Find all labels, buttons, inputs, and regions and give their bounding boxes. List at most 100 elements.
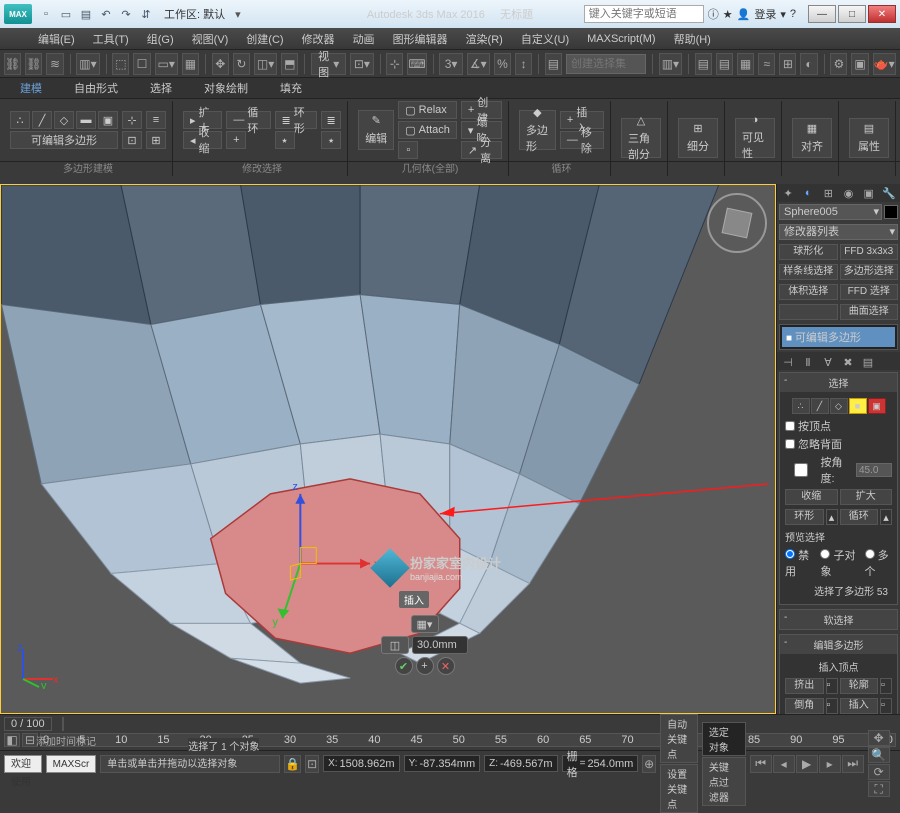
welcome-label[interactable]: 欢迎使用 bbox=[4, 755, 42, 773]
mod-polysel[interactable]: 多边形选择 bbox=[840, 264, 899, 280]
menu-customize[interactable]: 自定义(U) bbox=[513, 29, 577, 49]
addtime-icon[interactable]: ⊕ bbox=[642, 755, 656, 773]
rbn-btn-3[interactable]: ≡ bbox=[146, 111, 166, 129]
radio-subobj[interactable] bbox=[820, 549, 830, 559]
display-tab-icon[interactable]: ▣ bbox=[862, 186, 876, 200]
namedsel-input[interactable] bbox=[566, 54, 646, 74]
renderframe-button[interactable]: ▣ bbox=[851, 53, 868, 75]
unlink-button[interactable]: ⛓ bbox=[25, 53, 42, 75]
viewcube[interactable] bbox=[707, 193, 767, 253]
modifier-stack[interactable]: ■ 可编辑多边形 bbox=[779, 324, 898, 350]
geom-btn3[interactable]: ▫ bbox=[398, 141, 418, 159]
loop-button[interactable]: — 循环 bbox=[226, 111, 270, 129]
maxscript-button[interactable]: MAXScr bbox=[46, 755, 97, 773]
editpoly-mode-button[interactable]: 可编辑多边形 bbox=[10, 131, 118, 149]
configure-icon[interactable]: ▤ bbox=[861, 355, 875, 369]
menu-grapheditors[interactable]: 图形编辑器 bbox=[385, 29, 456, 49]
star-icon[interactable]: ★ bbox=[723, 8, 733, 21]
nav-zoom-icon[interactable]: 🔍 bbox=[868, 747, 890, 763]
menu-tools[interactable]: 工具(T) bbox=[85, 29, 137, 49]
curve-button[interactable]: ≈ bbox=[758, 53, 775, 75]
mod-spherify[interactable]: 球形化 bbox=[779, 244, 838, 260]
selregion-dropdown[interactable]: ▭▾ bbox=[155, 53, 178, 75]
subobj-edge-button[interactable]: ╱ bbox=[32, 111, 52, 129]
rendersetup-button[interactable]: ⚙ bbox=[830, 53, 847, 75]
pin-stack-icon[interactable]: ⊣ bbox=[781, 355, 795, 369]
modify-tab-icon[interactable]: ◐ bbox=[801, 186, 815, 200]
link-icon[interactable]: ⇵ bbox=[138, 6, 154, 22]
radio-multi[interactable] bbox=[865, 549, 875, 559]
align-button[interactable]: ▤ bbox=[695, 53, 712, 75]
viewport[interactable]: [+][正交][明暗处理 + 边面] bbox=[0, 184, 776, 714]
mod-ffdsel[interactable]: FFD 选择 bbox=[840, 284, 899, 300]
tab-populate[interactable]: 填充 bbox=[270, 78, 312, 98]
object-name-field[interactable]: Sphere005 bbox=[779, 204, 882, 220]
goto-end-icon[interactable]: ⏭ bbox=[842, 755, 864, 773]
menu-edit[interactable]: 编辑(E) bbox=[30, 29, 83, 49]
minimize-button[interactable]: — bbox=[808, 5, 836, 23]
rotate-button[interactable]: ↻ bbox=[233, 53, 250, 75]
tab-freeform[interactable]: 自由形式 bbox=[64, 78, 128, 98]
so-vertex-button[interactable]: ∴ bbox=[792, 398, 810, 414]
edit-button[interactable]: ✎编辑 bbox=[358, 110, 394, 150]
time-ruler[interactable]: 0510152025303540455055606570758085909510… bbox=[40, 733, 896, 747]
tl-key-button[interactable]: ◧ bbox=[4, 733, 20, 747]
caddy-type-dropdown[interactable]: ▦▾ bbox=[411, 615, 439, 633]
signin[interactable]: 登录 bbox=[754, 6, 776, 22]
tab-objectpaint[interactable]: 对象绘制 bbox=[194, 78, 258, 98]
poly-lg-button[interactable]: ◆多边形 bbox=[519, 110, 556, 150]
caddy-ok-button[interactable]: ✔ bbox=[395, 657, 413, 675]
nav-pan-icon[interactable]: ✥ bbox=[868, 730, 890, 746]
stack-entry-editpoly[interactable]: ■ 可编辑多边形 bbox=[782, 327, 895, 347]
selmanip-button[interactable]: ⊹ bbox=[386, 53, 403, 75]
close-button[interactable]: ✕ bbox=[868, 5, 896, 23]
search-input[interactable] bbox=[584, 5, 704, 23]
schematic-button[interactable]: ⊞ bbox=[779, 53, 796, 75]
loop-plus-button[interactable]: + bbox=[226, 131, 246, 149]
new-icon[interactable]: ▫ bbox=[38, 6, 54, 22]
so-border-button[interactable]: ◇ bbox=[830, 398, 848, 414]
grow-sel-button[interactable]: 扩大 bbox=[840, 489, 893, 505]
select-button[interactable]: ⬚ bbox=[112, 53, 129, 75]
chk-byangle[interactable] bbox=[785, 463, 817, 477]
subobj-vertex-button[interactable]: ∴ bbox=[10, 111, 30, 129]
menu-views[interactable]: 视图(V) bbox=[184, 29, 237, 49]
prev-frame-icon[interactable]: ◂ bbox=[773, 755, 795, 773]
menu-maxscript[interactable]: MAXScript(M) bbox=[579, 31, 663, 47]
remove-mod-icon[interactable]: ✖ bbox=[841, 355, 855, 369]
undo-icon[interactable]: ↶ bbox=[98, 6, 114, 22]
render-dropdown[interactable]: 🫖▾ bbox=[873, 53, 896, 75]
hierarchy-tab-icon[interactable]: ⊞ bbox=[821, 186, 835, 200]
rbn-btn-1[interactable]: ⊹ bbox=[122, 111, 142, 129]
next-frame-icon[interactable]: ▸ bbox=[819, 755, 841, 773]
lock-selection-icon[interactable]: 🔒 bbox=[284, 755, 301, 773]
tri-button[interactable]: △三角剖分 bbox=[621, 118, 661, 158]
graphite-button[interactable]: ▦ bbox=[737, 53, 754, 75]
menu-group[interactable]: 组(G) bbox=[139, 29, 182, 49]
inset-button[interactable]: 插入 bbox=[840, 698, 879, 714]
props-button[interactable]: ▤属性 bbox=[849, 118, 889, 158]
tab-modeling[interactable]: 建模 bbox=[10, 78, 52, 98]
nav-orbit-icon[interactable]: ⟳ bbox=[868, 764, 890, 780]
iso-icon[interactable]: ⊡ bbox=[305, 755, 319, 773]
setkey-button[interactable]: 设置关键点 bbox=[660, 764, 698, 813]
show-end-icon[interactable]: Ⅱ bbox=[801, 355, 815, 369]
namedsel-edit-button[interactable]: ▤ bbox=[545, 53, 562, 75]
ring-button[interactable]: ≣ 环形 bbox=[275, 111, 318, 129]
info-icon[interactable]: ⓘ bbox=[708, 6, 719, 22]
selectname-button[interactable]: ☐ bbox=[133, 53, 150, 75]
layers-button[interactable]: ▤ bbox=[716, 53, 733, 75]
loop-sel-button[interactable]: 循环 bbox=[840, 509, 879, 525]
snap-dropdown[interactable]: 3▾ bbox=[439, 53, 462, 75]
caddy-floater[interactable]: ▦▾ ◫ 30.0mm ✔ + ✕ bbox=[381, 615, 468, 675]
save-icon[interactable]: ▤ bbox=[78, 6, 94, 22]
mod-volsel[interactable]: 体积选择 bbox=[779, 284, 838, 300]
menu-modifiers[interactable]: 修改器 bbox=[294, 29, 343, 49]
play-icon[interactable]: ▶ bbox=[796, 755, 818, 773]
unique-icon[interactable]: ∀ bbox=[821, 355, 835, 369]
so-polygon-button[interactable]: ■ bbox=[849, 398, 867, 414]
outline-button[interactable]: 轮廓 bbox=[840, 678, 879, 694]
help-icon[interactable]: ? bbox=[790, 8, 796, 20]
menu-animation[interactable]: 动画 bbox=[345, 29, 383, 49]
extrude-button[interactable]: 挤出 bbox=[785, 678, 824, 694]
